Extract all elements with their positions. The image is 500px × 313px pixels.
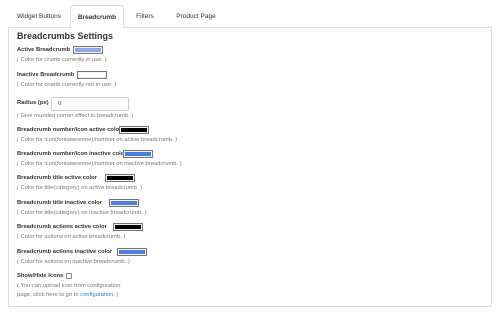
actions-inactive-label: Breadcrumb actions inactive color [17, 249, 113, 255]
help-line2-suffix: ) [114, 292, 119, 298]
actions-active-color-picker[interactable] [113, 223, 143, 231]
inactive-breadcrumb-help: ( Color for crumb currently not in use. … [17, 82, 117, 88]
settings-tabs: Widget Buttons Breadcrumb Filters Produc… [8, 5, 492, 28]
inactive-breadcrumb-color-picker[interactable] [77, 71, 107, 79]
tab-breadcrumb[interactable]: Breadcrumb [70, 5, 124, 28]
actions-active-label: Breadcrumb actions active color [17, 224, 107, 230]
configuration-link[interactable]: configuration. [80, 292, 115, 298]
radius-help: ( Give rounded corner effect to breadcru… [17, 113, 134, 119]
active-breadcrumb-help: ( Color for crumb currently in use. ) [17, 57, 107, 63]
title-active-color-picker[interactable] [105, 174, 135, 182]
number-icon-inactive-color-picker[interactable] [123, 150, 153, 158]
title-active-label: Breadcrumb title active color [17, 175, 97, 181]
title-active-help: ( Color for title(category) on active br… [17, 185, 143, 191]
show-hide-icons-label: Show/Hide Icons [17, 273, 64, 279]
number-icon-active-label: Breadcrumb number/icon active color [17, 127, 122, 133]
title-inactive-help: ( Color for title(category) on inactive … [17, 210, 147, 216]
panel-title: Breadcrumbs Settings [17, 31, 114, 41]
active-breadcrumb-color-picker[interactable] [73, 46, 103, 54]
actions-active-help: ( Color for actions on active breadcrumb… [17, 234, 126, 240]
actions-inactive-help: ( Color for actions on inactive breadcru… [17, 259, 130, 265]
number-icon-inactive-help: ( Color for icon(fontawesome)/number on … [17, 161, 182, 167]
tab-filters[interactable]: Filters [124, 5, 166, 28]
show-hide-icons-help-line1: ( You can upload icon from configuration [17, 283, 121, 289]
tab-widget-buttons[interactable]: Widget Buttons [8, 5, 70, 28]
inactive-breadcrumb-label: Inactive Breadcrumb [17, 72, 75, 78]
number-icon-active-color-picker[interactable] [119, 126, 149, 134]
radius-label: Radius (px) [17, 100, 49, 106]
title-inactive-color-picker[interactable] [109, 199, 139, 207]
show-hide-icons-checkbox[interactable] [66, 273, 72, 279]
number-icon-inactive-label: Breadcrumb number/icon inactive color [17, 151, 127, 157]
title-inactive-label: Breadcrumb title inactive color [17, 200, 103, 206]
radius-input[interactable] [51, 97, 129, 111]
active-breadcrumb-label: Active Breadcrumb [17, 47, 71, 53]
help-line2-prefix: page, click here to go to [17, 292, 81, 298]
breadcrumb-settings-panel: Breadcrumbs Settings Active Breadcrumb (… [8, 27, 492, 307]
actions-inactive-color-picker[interactable] [117, 248, 147, 256]
show-hide-icons-help-line2: page, click here to go to configuration.… [17, 292, 119, 298]
number-icon-active-help: ( Color for icon(fontawesome)/number on … [17, 137, 178, 143]
tab-product-page[interactable]: Product Page [166, 5, 226, 28]
